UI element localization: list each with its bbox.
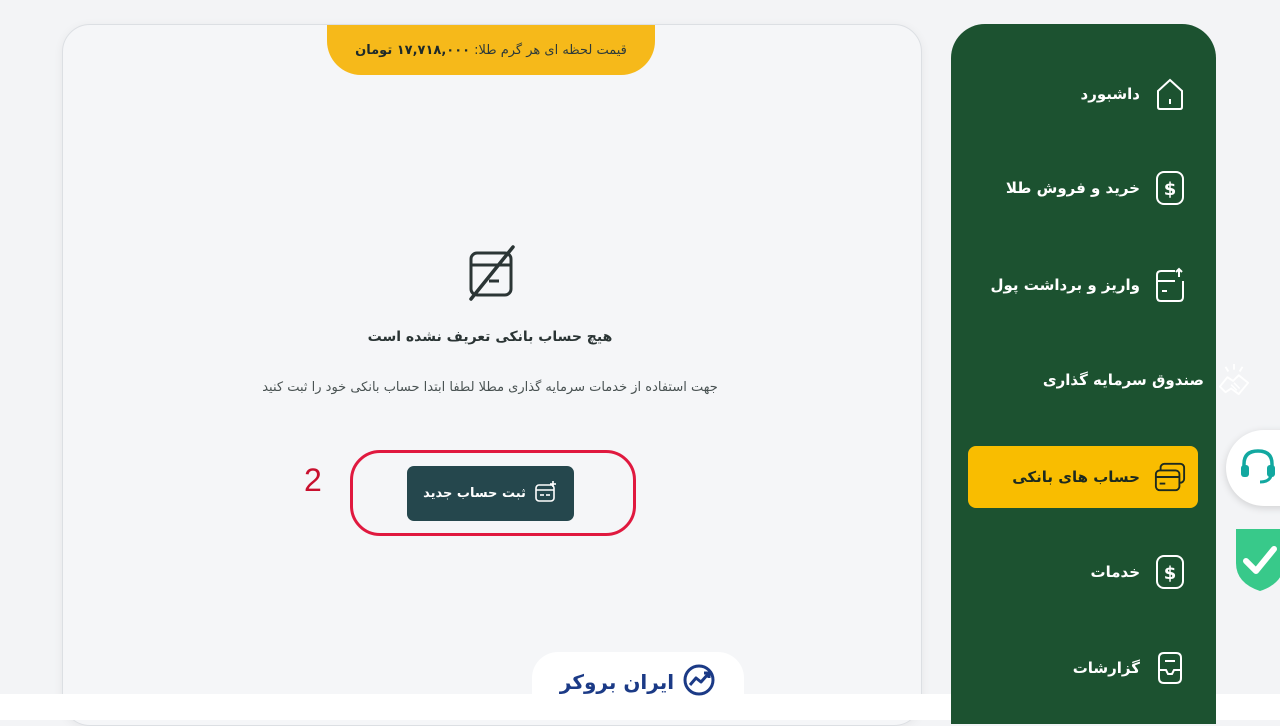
- sidebar-item-deposit-withdraw[interactable]: واریز و برداشت پول: [990, 267, 1186, 303]
- add-card-icon: [534, 480, 558, 508]
- sidebar-item-label: خدمات: [1090, 563, 1140, 581]
- headset-icon: [1238, 446, 1278, 490]
- dollar-icon: $: [1154, 554, 1186, 590]
- empty-state-description: جهت استفاده از خدمات سرمایه گذاری مطلا ل…: [262, 380, 718, 395]
- add-bank-account-button[interactable]: ثبت حساب جدید: [407, 466, 574, 521]
- sidebar-item-bank-accounts[interactable]: حساب های بانکی: [1012, 459, 1186, 495]
- sidebar-item-services[interactable]: $ خدمات: [1091, 554, 1186, 590]
- sidebar-item-dashboard[interactable]: داشبورد: [1081, 76, 1186, 112]
- home-icon: [1154, 76, 1186, 112]
- brand-logo: ایران بروکر: [532, 652, 744, 712]
- card-icon: [1154, 459, 1186, 495]
- sidebar-item-label: خرید و فروش طلا: [1005, 179, 1140, 197]
- verified-shield-icon[interactable]: [1234, 525, 1280, 593]
- sidebar-item-label: صندوق سرمایه گذاری: [1042, 371, 1204, 389]
- deposit-icon: [1154, 267, 1186, 303]
- trend-logo-icon: [682, 663, 716, 701]
- gold-price-banner: قیمت لحظه ای هر گرم طلا: ۱۷,۷۱۸,۰۰۰ توما…: [327, 25, 655, 75]
- gold-price-label: قیمت لحظه ای هر گرم طلا:: [474, 42, 627, 58]
- sidebar-item-label: حساب های بانکی: [1012, 468, 1140, 486]
- svg-text:$: $: [1164, 179, 1177, 200]
- sidebar-item-label: گزارشات: [1072, 659, 1140, 677]
- gold-price-value: ۱۷,۷۱۸,۰۰۰ تومان: [355, 42, 471, 58]
- handshake-icon: [1218, 362, 1250, 398]
- add-bank-account-label: ثبت حساب جدید: [423, 486, 526, 501]
- brand-logo-text: ایران بروکر: [559, 670, 675, 694]
- no-bank-account-icon: [463, 243, 519, 303]
- sidebar-item-reports[interactable]: گزارشات: [1073, 650, 1186, 686]
- empty-state-title: هیچ حساب بانکی تعریف نشده است: [367, 329, 613, 345]
- support-chat-button[interactable]: [1226, 430, 1280, 506]
- report-icon: [1154, 650, 1186, 686]
- dollar-icon: $: [1154, 170, 1186, 206]
- sidebar-item-label: داشبورد: [1080, 85, 1140, 103]
- sidebar-item-label: واریز و برداشت پول: [990, 276, 1140, 294]
- sidebar-item-investment-fund[interactable]: صندوق سرمایه گذاری: [1043, 362, 1250, 398]
- sidebar-item-gold-trade[interactable]: $ خرید و فروش طلا: [1006, 170, 1186, 206]
- main-content-card: [62, 24, 922, 726]
- svg-text:$: $: [1164, 563, 1177, 584]
- step-number: 2: [304, 462, 322, 498]
